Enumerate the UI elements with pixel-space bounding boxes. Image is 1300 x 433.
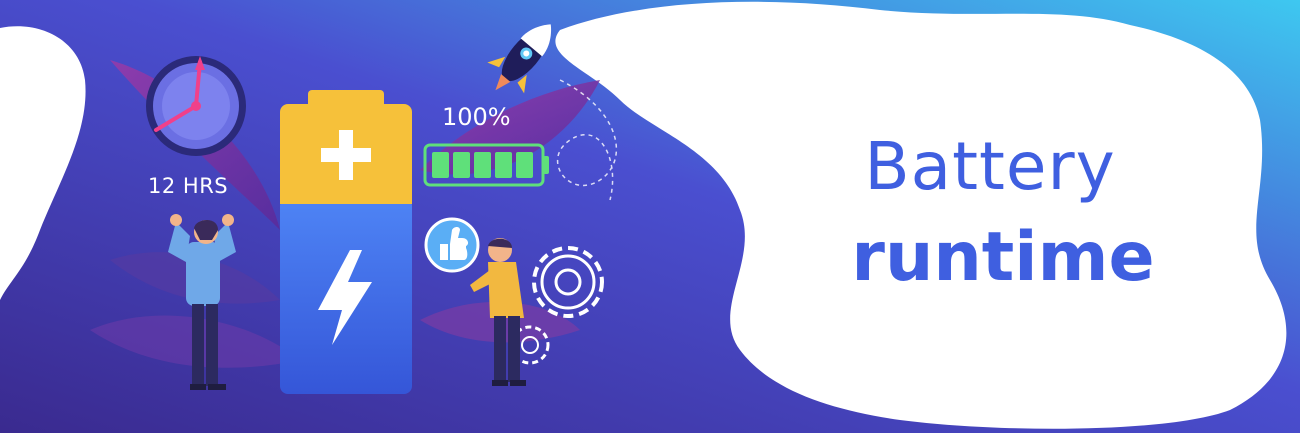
charge-percent-label: 100% <box>442 103 511 131</box>
clock-icon <box>146 56 246 156</box>
illustration <box>0 0 1300 433</box>
charge-segment <box>453 152 470 178</box>
charge-segment <box>474 152 491 178</box>
headline-line-1: Battery <box>864 128 1116 205</box>
charge-segment <box>495 152 512 178</box>
charge-segment <box>432 152 449 178</box>
charge-segments <box>432 152 533 178</box>
clock-duration-label: 12 HRS <box>148 174 229 198</box>
battery-runtime-banner: 12 HRS 100% Battery runtime <box>0 0 1300 433</box>
thumbs-up-icon <box>424 217 480 273</box>
charge-segment <box>516 152 533 178</box>
headline-line-2: runtime <box>851 218 1155 297</box>
